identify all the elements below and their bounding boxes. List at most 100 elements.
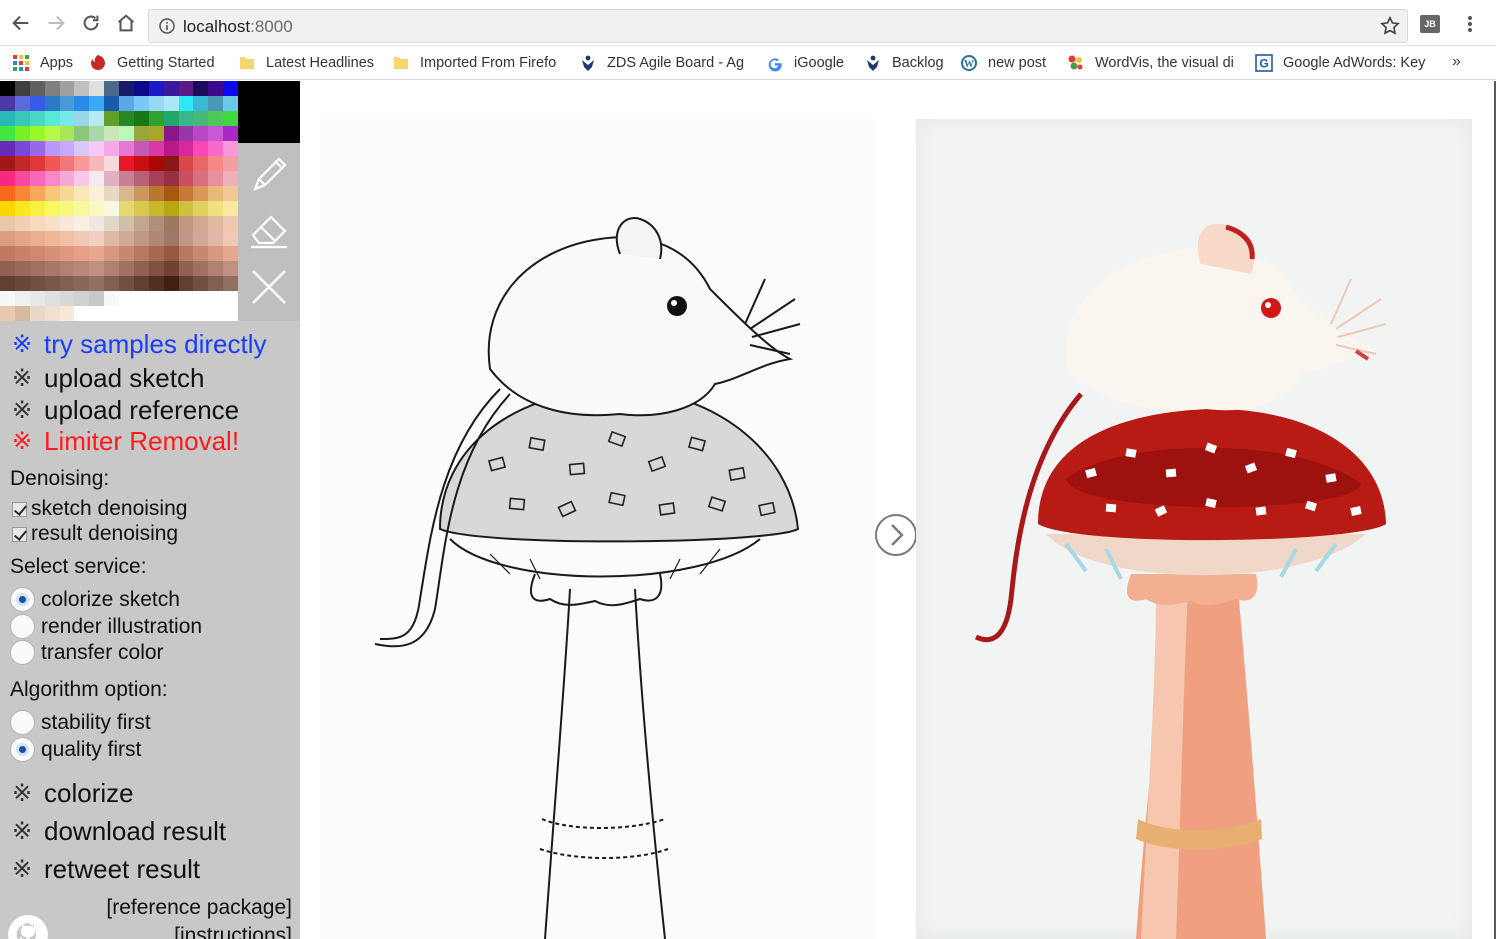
palette-swatch[interactable]: [148, 171, 164, 186]
palette-swatch[interactable]: [14, 246, 30, 261]
palette-swatch[interactable]: [163, 246, 179, 261]
eraser-tool-button[interactable]: [245, 205, 293, 253]
palette-swatch[interactable]: [208, 126, 224, 141]
palette-swatch[interactable]: [163, 81, 179, 96]
palette-swatch[interactable]: [178, 96, 194, 111]
palette-swatch[interactable]: [223, 231, 238, 246]
palette-swatch[interactable]: [74, 306, 90, 321]
palette-swatch[interactable]: [148, 306, 164, 321]
palette-swatch[interactable]: [163, 126, 179, 141]
palette-swatch[interactable]: [14, 171, 30, 186]
palette-swatch[interactable]: [193, 291, 209, 306]
palette-swatch[interactable]: [208, 246, 224, 261]
palette-swatch[interactable]: [0, 231, 15, 246]
palette-swatch[interactable]: [133, 216, 149, 231]
palette-swatch[interactable]: [14, 261, 30, 276]
radio-unselected[interactable]: [10, 614, 35, 639]
palette-swatch[interactable]: [104, 111, 119, 126]
palette-swatch[interactable]: [208, 141, 224, 156]
next-arrow-button[interactable]: [874, 513, 918, 557]
palette-swatch[interactable]: [163, 231, 179, 246]
bookmark-igoogle[interactable]: iGoogle: [766, 52, 844, 74]
palette-swatch[interactable]: [74, 126, 90, 141]
palette-swatch[interactable]: [44, 201, 60, 216]
palette-swatch[interactable]: [193, 81, 209, 96]
palette-swatch[interactable]: [178, 141, 194, 156]
upload-reference-button[interactable]: ※ upload reference: [10, 395, 239, 426]
palette-swatch[interactable]: [59, 171, 75, 186]
palette-swatch[interactable]: [59, 186, 75, 201]
palette-swatch[interactable]: [104, 141, 119, 156]
bookmark-star-icon[interactable]: [1379, 15, 1401, 37]
palette-swatch[interactable]: [14, 81, 30, 96]
palette-swatch[interactable]: [178, 306, 194, 321]
palette-swatch[interactable]: [193, 171, 209, 186]
palette-swatch[interactable]: [59, 306, 75, 321]
palette-swatch[interactable]: [119, 201, 134, 216]
palette-swatch[interactable]: [74, 96, 90, 111]
extension-icon[interactable]: JB: [1420, 15, 1440, 33]
palette-swatch[interactable]: [59, 246, 75, 261]
palette-swatch[interactable]: [193, 186, 209, 201]
result-denoising-checkbox[interactable]: result denoising: [12, 522, 178, 546]
palette-swatch[interactable]: [148, 276, 164, 291]
palette-swatch[interactable]: [14, 96, 30, 111]
palette-swatch[interactable]: [0, 141, 15, 156]
palette-swatch[interactable]: [133, 231, 149, 246]
palette-swatch[interactable]: [14, 126, 30, 141]
palette-swatch[interactable]: [193, 306, 209, 321]
palette-swatch[interactable]: [119, 231, 134, 246]
palette-swatch[interactable]: [133, 306, 149, 321]
palette-swatch[interactable]: [44, 246, 60, 261]
palette-swatch[interactable]: [59, 216, 75, 231]
palette-swatch[interactable]: [29, 216, 45, 231]
palette-swatch[interactable]: [14, 306, 30, 321]
palette-swatch[interactable]: [148, 261, 164, 276]
back-button[interactable]: [9, 11, 33, 35]
palette-swatch[interactable]: [163, 171, 179, 186]
palette-swatch[interactable]: [44, 276, 60, 291]
github-icon[interactable]: [8, 915, 48, 939]
palette-swatch[interactable]: [104, 186, 119, 201]
sketch-canvas[interactable]: [320, 119, 875, 939]
palette-swatch[interactable]: [193, 261, 209, 276]
palette-swatch[interactable]: [208, 291, 224, 306]
palette-swatch[interactable]: [29, 81, 45, 96]
palette-swatch[interactable]: [89, 111, 105, 126]
palette-swatch[interactable]: [208, 216, 224, 231]
palette-swatch[interactable]: [208, 111, 224, 126]
palette-swatch[interactable]: [44, 216, 60, 231]
palette-swatch[interactable]: [29, 111, 45, 126]
palette-swatch[interactable]: [208, 156, 224, 171]
palette-swatch[interactable]: [89, 126, 105, 141]
palette-swatch[interactable]: [119, 171, 134, 186]
palette-swatch[interactable]: [148, 126, 164, 141]
palette-swatch[interactable]: [178, 81, 194, 96]
more-bookmarks-button[interactable]: »: [1452, 53, 1461, 71]
palette-swatch[interactable]: [119, 216, 134, 231]
palette-swatch[interactable]: [74, 171, 90, 186]
palette-swatch[interactable]: [74, 291, 90, 306]
palette-swatch[interactable]: [178, 186, 194, 201]
palette-swatch[interactable]: [89, 246, 105, 261]
palette-swatch[interactable]: [44, 141, 60, 156]
palette-swatch[interactable]: [14, 201, 30, 216]
palette-swatch[interactable]: [208, 186, 224, 201]
retweet-result-button[interactable]: ※ retweet result: [10, 854, 200, 885]
service-option-colorize-sketch[interactable]: colorize sketch: [10, 587, 180, 612]
palette-swatch[interactable]: [163, 96, 179, 111]
address-bar[interactable]: localhost:8000: [148, 9, 1408, 43]
palette-swatch[interactable]: [74, 201, 90, 216]
palette-swatch[interactable]: [148, 216, 164, 231]
palette-swatch[interactable]: [74, 111, 90, 126]
download-result-button[interactable]: ※ download result: [10, 816, 226, 847]
palette-swatch[interactable]: [133, 291, 149, 306]
palette-swatch[interactable]: [74, 261, 90, 276]
palette-swatch[interactable]: [133, 276, 149, 291]
palette-swatch[interactable]: [44, 111, 60, 126]
palette-swatch[interactable]: [0, 201, 15, 216]
palette-swatch[interactable]: [163, 291, 179, 306]
palette-swatch[interactable]: [89, 81, 105, 96]
palette-swatch[interactable]: [223, 126, 238, 141]
palette-swatch[interactable]: [178, 156, 194, 171]
